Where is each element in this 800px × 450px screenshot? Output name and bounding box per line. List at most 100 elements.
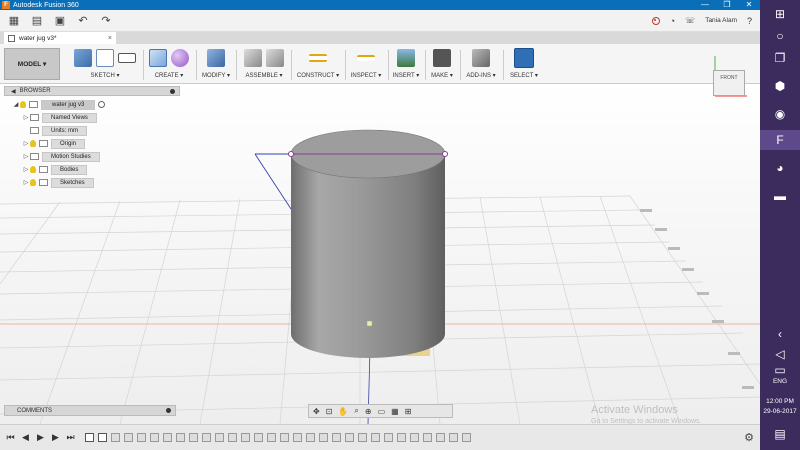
go-to-end-icon[interactable]: ⏭ [66,432,75,443]
play-icon[interactable]: ▶ [36,432,45,443]
battery-icon[interactable]: ▭ [770,360,790,380]
origin-point[interactable] [366,320,373,327]
cortana-circle-icon[interactable]: ○ [770,26,790,46]
viewcube-front-face[interactable]: FRONT [713,70,745,96]
timeline-feature[interactable] [449,433,458,442]
press-pull-icon[interactable] [207,49,225,67]
tree-item-named-views[interactable]: ▷ Named Views [4,111,180,124]
comments-panel[interactable]: COMMENTS [4,405,176,416]
maximize-button[interactable]: ❐ [716,0,738,10]
timeline-feature[interactable] [280,433,289,442]
help-icon[interactable]: ? [747,16,752,26]
tree-item-label[interactable]: Bodies [51,164,88,175]
select-group[interactable]: SELECT ▾ [506,47,542,83]
timeline-feature[interactable] [150,433,159,442]
expand-arrow-icon[interactable]: ◢ [12,101,20,108]
tree-item-origin[interactable]: ▷ Origin [4,137,180,150]
timeline-feature[interactable] [137,433,146,442]
timeline-feature[interactable] [332,433,341,442]
redo-icon[interactable]: ↷ [97,13,115,29]
timeline-feature[interactable] [267,433,276,442]
workspace-switcher[interactable]: MODEL ▾ [4,48,60,80]
expand-arrow-icon[interactable]: ▷ [22,114,30,121]
zoom-icon[interactable]: ⌕ [354,406,358,416]
windows-start-icon[interactable]: ⊞ [770,4,790,24]
timeline-feature[interactable] [397,433,406,442]
expand-arrow-icon[interactable]: ▷ [22,153,30,160]
tree-item-label[interactable]: Named Views [42,112,97,123]
make-group[interactable]: MAKE ▾ [428,47,456,83]
inspect-menu[interactable]: INSPECT ▾ [348,72,384,79]
expand-arrow-icon[interactable]: ▷ [22,140,30,147]
save-icon[interactable]: ▣ [51,13,69,29]
box-icon[interactable] [149,49,167,67]
activate-radio-icon[interactable] [98,101,106,108]
file-menu-icon[interactable]: ▤ [28,13,46,29]
visibility-bulb-icon[interactable] [20,101,26,108]
sketch-point-right[interactable] [442,151,448,157]
viewcube[interactable]: FRONT [707,50,753,104]
timeline-feature[interactable] [319,433,328,442]
timeline-feature[interactable] [293,433,302,442]
select-cursor-icon[interactable] [514,48,534,68]
pin-icon[interactable] [170,88,175,94]
tree-item-bodies[interactable]: ▷ Bodies [4,163,180,176]
modify-menu[interactable]: MODIFY ▾ [198,72,234,79]
insert-group[interactable]: INSERT ▾ [390,47,422,83]
make-menu[interactable]: MAKE ▾ [428,72,456,79]
timeline-feature[interactable] [111,433,120,442]
timeline-feature[interactable] [423,433,432,442]
sketch-group[interactable]: SKETCH ▾ [66,47,144,83]
timeline-feature[interactable] [228,433,237,442]
timeline-feature[interactable] [241,433,250,442]
tree-root-node[interactable]: ◢ water jug v3 [4,98,180,111]
scripts-icon[interactable] [472,49,490,67]
timeline-feature[interactable] [384,433,393,442]
tree-item-motion-studies[interactable]: ▷ Motion Studies [4,150,180,163]
timeline-feature[interactable] [345,433,354,442]
collapse-arrow-icon[interactable]: ◀ [11,88,16,95]
timeline-feature[interactable] [306,433,315,442]
addins-group[interactable]: ADD-INS ▾ [462,47,500,83]
visibility-bulb-icon[interactable] [30,140,36,147]
pan-hand-icon[interactable]: ✋ [338,407,348,416]
tree-item-label[interactable]: Motion Studies [42,151,100,162]
insert-image-icon[interactable] [397,49,415,67]
look-at-icon[interactable]: ⊡ [326,407,333,416]
timeline-feature[interactable] [176,433,185,442]
timeline-feature[interactable] [371,433,380,442]
measure-icon[interactable] [357,55,375,61]
timeline-feature[interactable] [410,433,419,442]
browser-header[interactable]: ◀ BROWSER [4,86,180,96]
offset-plane-icon[interactable] [309,54,327,62]
timeline-settings-gear-icon[interactable]: ⚙ [744,431,754,444]
sketch-icon[interactable] [74,49,92,67]
viewports-icon[interactable]: ⊞ [405,407,412,416]
addins-menu[interactable]: ADD-INS ▾ [462,72,500,79]
timeline-feature[interactable] [215,433,224,442]
show-hidden-icons-icon[interactable]: ‹ [770,324,790,344]
data-panel-grid-icon[interactable]: ▦ [5,13,23,29]
tree-root-label[interactable]: water jug v3 [41,99,96,110]
timeline-feature[interactable] [436,433,445,442]
sphere-icon[interactable] [171,49,189,67]
timeline-feature[interactable] [202,433,211,442]
timeline-feature[interactable] [163,433,172,442]
zoom-window-icon[interactable]: ⊕ [365,407,372,416]
go-to-start-icon[interactable]: ⏮ [6,432,15,443]
timeline-feature[interactable] [462,433,471,442]
timeline-feature-plane[interactable] [98,433,107,442]
pin-icon[interactable] [166,408,171,413]
user-name[interactable]: Tania Alam [705,17,737,24]
insert-menu[interactable]: INSERT ▾ [390,72,422,79]
rectangle-icon[interactable] [118,53,136,63]
construct-menu[interactable]: CONSTRUCT ▾ [294,72,342,79]
close-button[interactable]: ✕ [738,0,760,10]
joint-icon[interactable] [266,49,284,67]
orbit-icon[interactable]: ✥ [313,407,320,416]
timeline-feature[interactable] [189,433,198,442]
display-settings-icon[interactable]: ▭ [378,407,386,416]
chrome-icon[interactable]: ◕ [770,158,790,178]
select-menu[interactable]: SELECT ▾ [506,72,542,79]
assemble-menu[interactable]: ASSEMBLE ▾ [240,72,288,79]
